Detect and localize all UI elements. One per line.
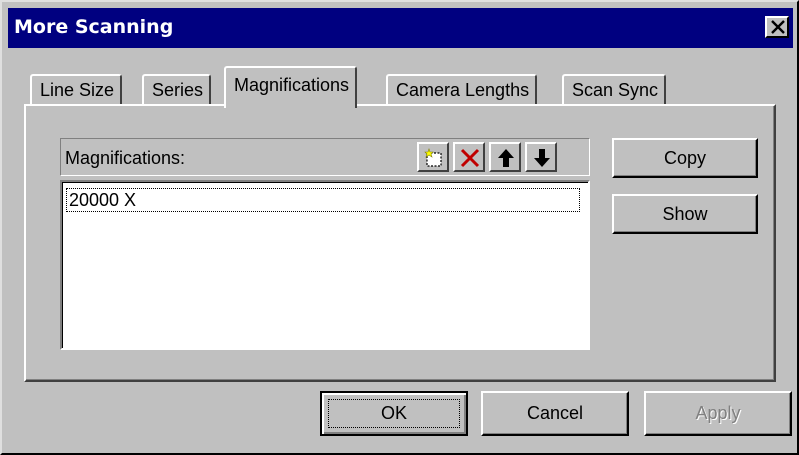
tab-series[interactable]: Series [142,74,212,106]
title-bar[interactable]: More Scanning [8,8,793,48]
move-up-button[interactable] [489,142,521,172]
more-scanning-dialog: More Scanning Line Size Series Magnifica… [0,0,799,455]
tab-magnifications[interactable]: Magnifications [224,66,358,108]
focus-rect [328,399,460,428]
window-title: More Scanning [14,16,174,38]
delete-icon [460,148,480,168]
tab-scan-sync[interactable]: Scan Sync [562,74,667,106]
new-item-icon [424,148,442,167]
copy-button[interactable]: Copy [612,138,758,178]
move-down-icon [534,149,550,167]
new-item-button[interactable] [417,142,449,172]
close-button[interactable] [765,16,789,38]
tab-label: Line Size [40,80,115,100]
tab-line-size[interactable]: Line Size [30,74,123,106]
move-up-icon [498,149,514,167]
move-down-button[interactable] [525,142,557,172]
close-icon [771,20,785,34]
list-item[interactable]: 20000 X [66,188,580,212]
delete-button[interactable] [453,142,485,172]
tab-label: Camera Lengths [396,80,530,100]
tab-label: Magnifications [234,75,350,95]
show-button[interactable]: Show [612,194,758,234]
apply-button: Apply [644,391,792,436]
magnifications-listbox[interactable]: 20000 X [60,180,590,350]
ok-button[interactable]: OK [320,391,468,436]
tab-label: Scan Sync [572,80,659,100]
cancel-button[interactable]: Cancel [481,391,629,436]
tab-label: Series [152,80,204,100]
magnifications-list-header: Magnifications: [60,138,590,176]
list-header-label: Magnifications: [65,148,186,168]
tab-camera-lengths[interactable]: Camera Lengths [386,74,538,106]
